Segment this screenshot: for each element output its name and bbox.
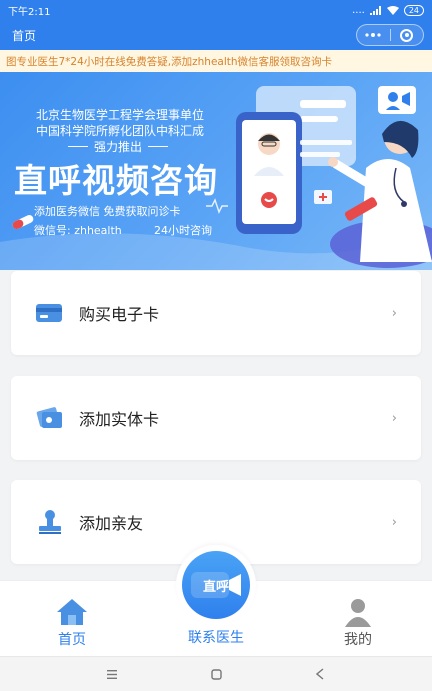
menu-lines-icon xyxy=(107,669,117,679)
buy-e-card-item[interactable]: 购买电子卡 › xyxy=(11,271,421,355)
video-call-button[interactable]: 直呼 xyxy=(176,545,256,625)
promo-banner[interactable]: 北京生物医学工程学会理事单位 中国科学院所孵化团队中科汇成 强力推出 直呼视频咨… xyxy=(0,72,432,270)
system-nav-bar xyxy=(0,656,432,691)
tab-mine[interactable]: 我的 xyxy=(298,581,418,657)
status-icons: .... 24 xyxy=(352,4,424,16)
more-dots-icon xyxy=(365,33,381,37)
close-circle-icon xyxy=(400,28,414,42)
status-dots: .... xyxy=(352,4,365,16)
user-icon xyxy=(345,599,371,627)
menu-label: 添加实体卡 xyxy=(79,410,160,429)
physical-card-icon xyxy=(35,403,65,433)
home-key-button[interactable] xyxy=(196,657,236,691)
video-call-icon: 直呼 xyxy=(182,551,250,619)
tab-mine-label: 我的 xyxy=(344,632,372,648)
status-time: 下午2:11 xyxy=(8,6,51,18)
divider-line xyxy=(148,146,169,147)
credit-card-icon xyxy=(35,298,65,328)
tab-home[interactable]: 首页 xyxy=(12,581,132,657)
tab-doctor-label: 联系医生 xyxy=(188,630,244,646)
menu-label: 添加亲友 xyxy=(79,514,144,533)
nav-bar: 首页 xyxy=(0,20,432,50)
banner-line-1: 北京生物医学工程学会理事单位 xyxy=(35,108,204,122)
banner-line-3: 添加医务微信 免费获取问诊卡 xyxy=(34,205,181,218)
stamp-icon xyxy=(35,507,65,537)
banner-subtitle: 强力推出 xyxy=(68,138,169,155)
wifi-icon xyxy=(386,5,399,15)
home-icon xyxy=(57,599,87,625)
banner-wechat-id: 微信号: zhhealth xyxy=(34,224,122,237)
banner-line-2: 中国科学院所孵化团队中科汇成 xyxy=(35,124,204,138)
call-badge-text: 直呼 xyxy=(202,579,229,595)
mini-program-capsule xyxy=(356,24,424,46)
menu-label: 购买电子卡 xyxy=(79,305,160,324)
chevron-right-icon: › xyxy=(391,410,397,426)
chevron-right-icon: › xyxy=(391,305,397,321)
close-mini-program-button[interactable] xyxy=(391,25,424,45)
chevron-right-icon: › xyxy=(391,514,397,530)
page-title: 首页 xyxy=(12,28,37,43)
square-icon xyxy=(210,668,222,680)
signal-icon xyxy=(369,5,381,15)
banner-subtitle-text: 强力推出 xyxy=(94,140,143,154)
battery-icon: 24 xyxy=(403,4,424,16)
banner-hours: 24小时咨询 xyxy=(154,224,212,237)
tab-home-label: 首页 xyxy=(58,632,86,648)
back-key-button[interactable] xyxy=(300,657,340,691)
recent-apps-button[interactable] xyxy=(92,657,132,691)
divider-line xyxy=(68,146,88,147)
more-menu-button[interactable] xyxy=(357,25,390,45)
status-bar: 下午2:11 .... 24 xyxy=(0,0,432,20)
banner-title: 直呼视频咨询 xyxy=(14,161,218,200)
add-physical-card-item[interactable]: 添加实体卡 › xyxy=(11,376,421,460)
notice-marquee[interactable]: 图专业医生7*24小时在线免费答疑,添加zhhealth微信客服领取咨询卡 xyxy=(0,50,432,72)
back-arrow-icon xyxy=(316,668,324,680)
notice-text: 图专业医生7*24小时在线免费答疑,添加zhhealth微信客服领取咨询卡 xyxy=(6,55,333,68)
